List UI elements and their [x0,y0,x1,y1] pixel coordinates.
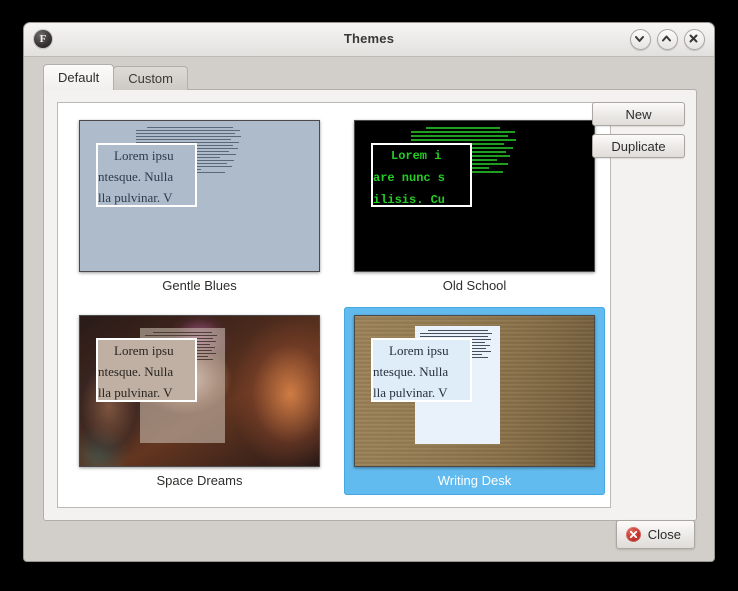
zoom-line-1: Lorem ipsu [114,148,174,163]
preview-zoom-box: Lorem i are nunc s ilisis. Cu [371,143,472,207]
theme-label: Writing Desk [437,473,512,488]
zoom-line-2: ntesque. Nulla [373,364,449,379]
preview-zoom-box: Lorem ipsu ntesque. Nulla lla pulvinar. … [96,143,197,207]
theme-item-gentle-blues[interactable]: Lorem ipsu ntesque. Nulla lla pulvinar. … [69,112,330,300]
window-controls [630,29,705,50]
zoom-line-2: ntesque. Nulla [98,169,174,184]
tab-custom[interactable]: Custom [113,66,188,90]
zoom-line-1: Lorem ipsu [389,343,449,358]
zoom-line-2: ntesque. Nulla [98,364,174,379]
tab-bar: Default Custom [43,64,695,90]
zoom-line-3: lla pulvinar. V [98,385,173,400]
theme-label: Space Dreams [156,473,243,488]
tab-panel-default: Lorem ipsu ntesque. Nulla lla pulvinar. … [43,89,697,521]
tab-default[interactable]: Default [43,64,115,90]
new-theme-button[interactable]: New [592,102,685,126]
title-bar: F Themes [24,23,714,57]
zoom-line-1: Lorem i [391,149,442,163]
theme-label: Old School [442,278,507,293]
zoom-line-3: lla pulvinar. V [373,385,448,400]
theme-preview-space-dreams: Lorem ipsu ntesque. Nulla lla pulvinar. … [79,315,320,467]
close-button[interactable]: Close [615,520,695,549]
theme-actions: New Duplicate [592,102,685,166]
theme-preview-old-school: Lorem i are nunc s ilisis. Cu [354,120,595,272]
zoom-line-2: are nunc s [373,171,446,185]
theme-preview-gentle-blues: Lorem ipsu ntesque. Nulla lla pulvinar. … [79,120,320,272]
zoom-line-3: ilisis. Cu [373,193,446,207]
themes-dialog-window: F Themes Default Custom Lorem ipsu ntesq… [23,22,715,562]
theme-item-old-school[interactable]: Lorem i are nunc s ilisis. Cu Old School [344,112,605,300]
theme-preview-writing-desk: Lorem ipsu ntesque. Nulla lla pulvinar. … [354,315,595,467]
theme-item-space-dreams[interactable]: Lorem ipsu ntesque. Nulla lla pulvinar. … [69,307,330,495]
preview-zoom-box: Lorem ipsu ntesque. Nulla lla pulvinar. … [96,338,197,402]
zoom-line-1: Lorem ipsu [114,343,174,358]
red-circle-x-icon [625,527,641,542]
theme-list[interactable]: Lorem ipsu ntesque. Nulla lla pulvinar. … [57,102,611,508]
theme-grid: Lorem ipsu ntesque. Nulla lla pulvinar. … [58,103,610,497]
theme-label: Gentle Blues [162,278,237,293]
zoom-line-3: lla pulvinar. V [98,190,173,205]
theme-item-writing-desk[interactable]: Lorem ipsu ntesque. Nulla lla pulvinar. … [344,307,605,495]
chevron-down-icon[interactable] [630,29,651,50]
preview-zoom-box: Lorem ipsu ntesque. Nulla lla pulvinar. … [371,338,472,402]
close-button-label: Close [647,527,681,542]
window-title: Themes [343,31,395,46]
dialog-body: Default Custom Lorem ipsu ntesque. Nulla… [24,57,714,561]
chevron-up-icon[interactable] [657,29,678,50]
close-x-icon[interactable] [684,29,705,50]
duplicate-theme-button[interactable]: Duplicate [592,134,685,158]
